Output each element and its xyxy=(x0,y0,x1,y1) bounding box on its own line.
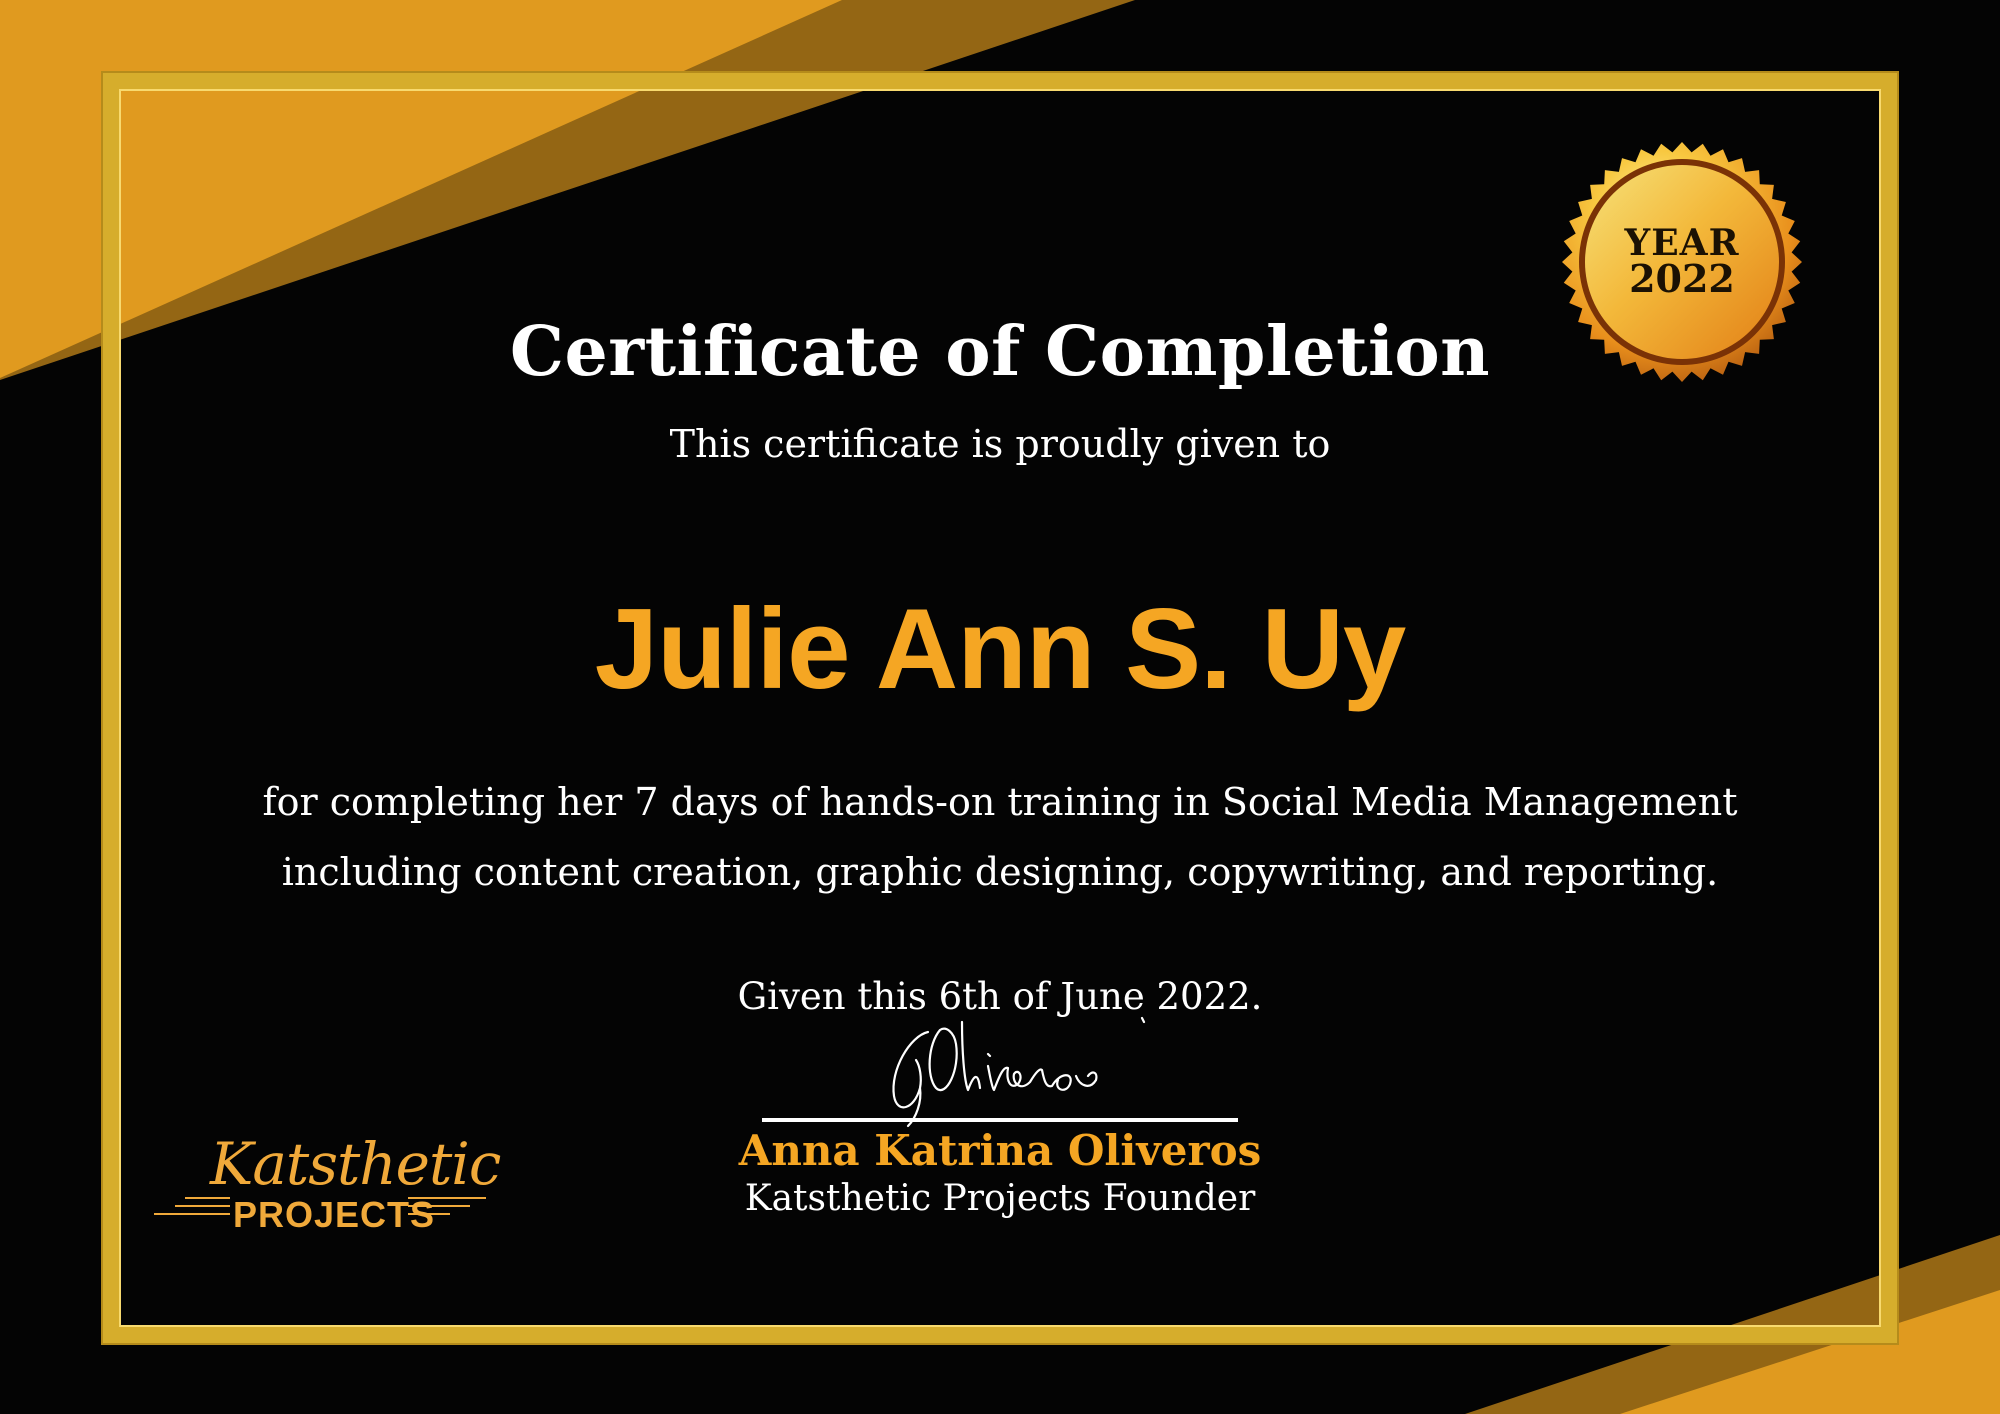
signature-stroke-g xyxy=(892,1030,930,1128)
handwritten-signature xyxy=(892,1016,1146,1128)
signature-stroke-o xyxy=(928,1027,958,1092)
certificate-page: YEAR 2022 Certificate of Completion This… xyxy=(0,0,2000,1414)
seal-year-value: 2022 xyxy=(1629,256,1735,301)
signature-line xyxy=(762,1118,1238,1122)
signature-stroke-tick xyxy=(1140,1016,1146,1024)
recipient-name: Julie Ann S. Uy xyxy=(594,586,1407,713)
certificate-title: Certificate of Completion xyxy=(509,312,1491,392)
signature-stroke-liveros xyxy=(960,1020,1098,1092)
certificate-subtitle: This certificate is proudly given to xyxy=(669,422,1331,466)
seal-text: YEAR 2022 xyxy=(1560,225,1804,301)
description-line-2: including content creation, graphic desi… xyxy=(281,850,1719,894)
logo-script-text: Katsthetic xyxy=(210,1130,501,1198)
description-line-1: for completing her 7 days of hands-on tr… xyxy=(262,780,1738,824)
logo-word-text: PROJECTS xyxy=(233,1194,436,1235)
